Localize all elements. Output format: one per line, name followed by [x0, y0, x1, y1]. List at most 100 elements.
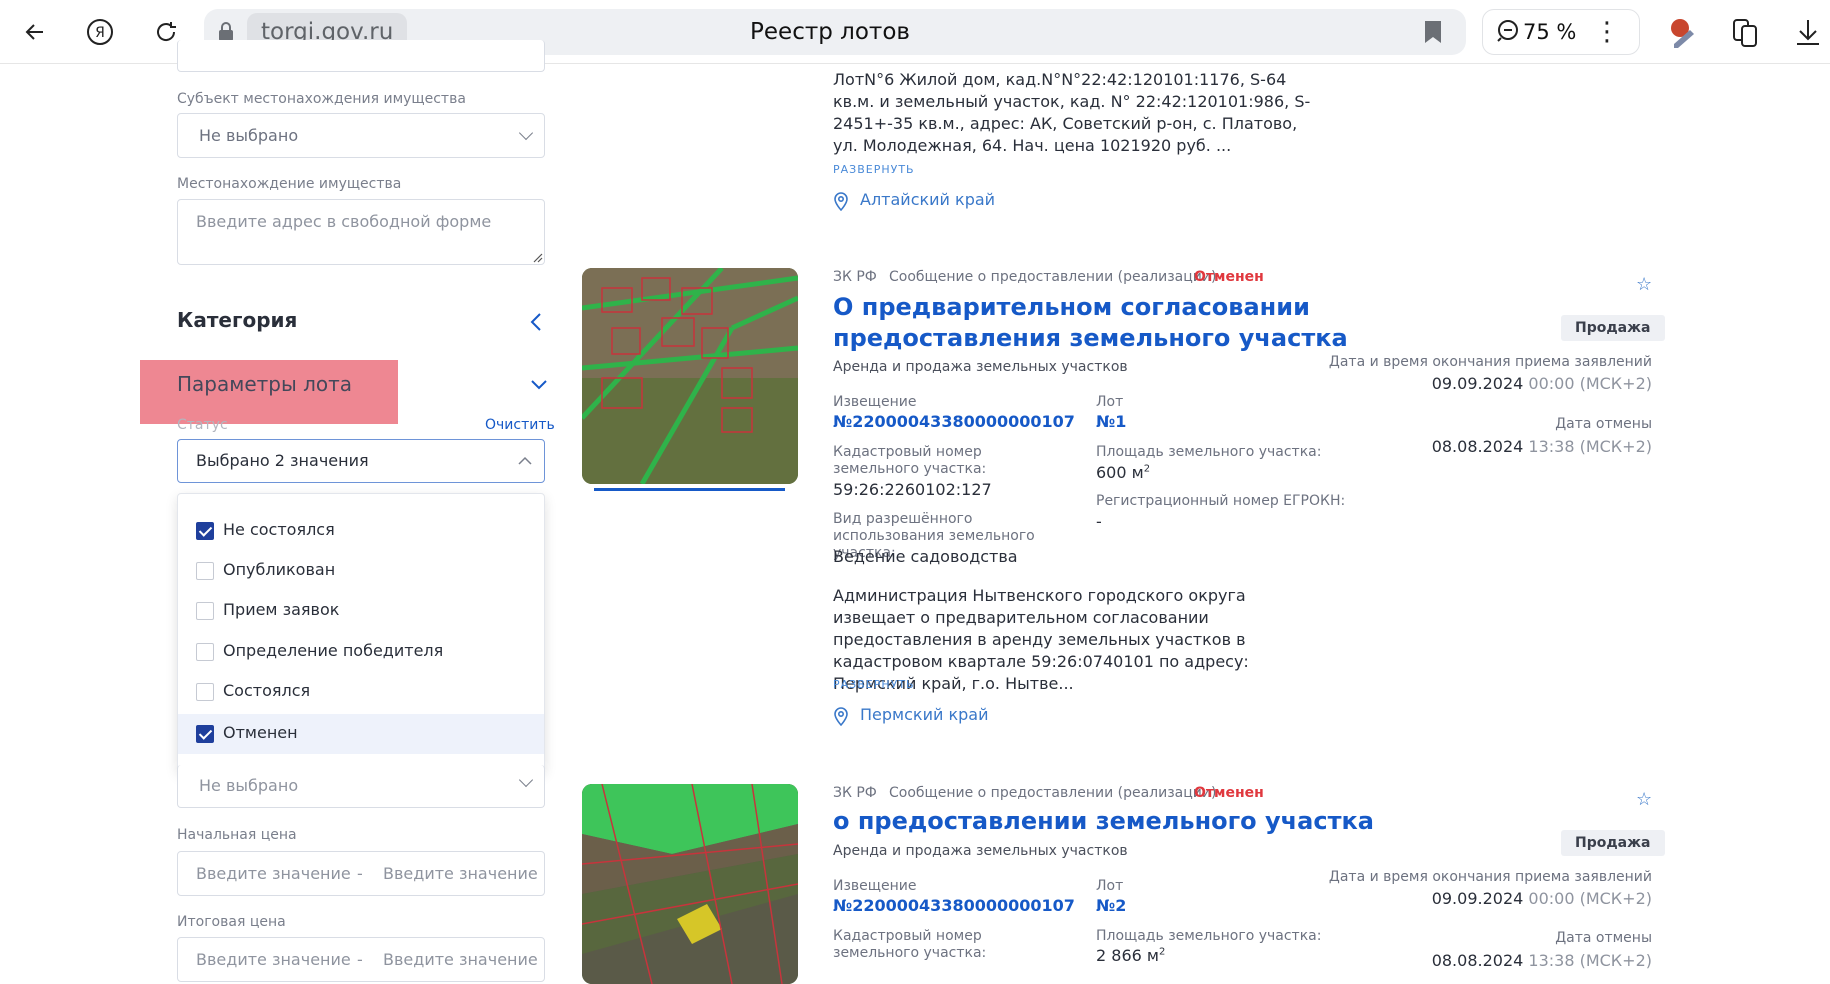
deadline-label: Дата и время окончания приема заявлений: [1328, 869, 1652, 885]
notice-label: Извещение: [833, 394, 917, 410]
procedure-type: Сообщение о предоставлении (реализации): [889, 785, 1217, 801]
chevron-down-icon: [518, 125, 534, 141]
checkbox[interactable]: [196, 643, 214, 661]
status-badge: Отменен: [1194, 785, 1264, 801]
start-price-label: Начальная цена: [177, 827, 297, 843]
subject-value: Не выбрано: [199, 126, 299, 145]
status-option[interactable]: Состоялся: [178, 672, 544, 712]
region-link[interactable]: Пермский край: [860, 705, 988, 724]
status-dropdown: Не состоялся Опубликован Прием заявок Оп…: [177, 493, 545, 772]
gallery-indicator: [594, 488, 785, 491]
lot-title[interactable]: о предоставлении земельного участка: [833, 806, 1393, 837]
cancel-date-label: Дата отмены: [1555, 930, 1652, 946]
status-option[interactable]: Определение победителя: [178, 632, 544, 672]
favorite-star-icon[interactable]: ☆: [1636, 274, 1652, 295]
law-tag: ЗК РФ: [833, 269, 877, 285]
area-label: Площадь земельного участка:: [1096, 928, 1322, 944]
chevron-down-icon: [518, 772, 534, 788]
menu-dots-icon[interactable]: ⋮: [1594, 16, 1620, 48]
usage-value: Ведение садоводства: [833, 547, 1018, 566]
lot-number[interactable]: №2: [1096, 896, 1126, 915]
status-label: Статус: [177, 417, 228, 433]
law-tag: ЗК РФ: [833, 785, 877, 801]
checkbox[interactable]: [196, 683, 214, 701]
lot-map-thumbnail[interactable]: [582, 268, 798, 484]
notice-number[interactable]: №22000043380000000107: [833, 896, 1075, 915]
lot-map-thumbnail[interactable]: [582, 784, 798, 984]
extension-icon[interactable]: [1664, 14, 1700, 50]
location-textarea[interactable]: Введите адрес в свободной форме: [177, 199, 545, 265]
start-price-from[interactable]: Введите значение: [196, 864, 351, 883]
final-price-to[interactable]: Введите значение: [383, 950, 538, 969]
status-option[interactable]: Опубликован: [178, 551, 544, 591]
lot-params-heading[interactable]: Параметры лота: [177, 372, 352, 396]
status-option-label: Определение победителя: [223, 641, 444, 660]
zoom-level: 75 %: [1523, 20, 1577, 44]
clear-link[interactable]: Очистить: [485, 417, 555, 433]
checkbox[interactable]: [196, 562, 214, 580]
deadline-value: 09.09.2024 00:00 (МСК+2): [1431, 889, 1652, 908]
expand-link[interactable]: РАЗВЕРНУТЬ: [833, 163, 915, 176]
chevron-down-icon[interactable]: [530, 379, 548, 391]
checkbox[interactable]: [196, 602, 214, 620]
range-dash: -: [357, 950, 363, 969]
lot-subtitle: Аренда и продажа земельных участков: [833, 843, 1128, 859]
lot-number[interactable]: №1: [1096, 412, 1126, 431]
status-option-label: Не состоялся: [223, 520, 335, 539]
checkbox-checked[interactable]: [196, 725, 214, 743]
status-option[interactable]: Прием заявок: [178, 591, 544, 631]
deadline-label: Дата и время окончания приема заявлений: [1328, 354, 1652, 370]
egrokn-value: -: [1096, 512, 1102, 531]
expand-link[interactable]: РАЗВЕРНУТЬ: [833, 678, 915, 691]
tabs-icon[interactable]: [1728, 14, 1764, 50]
zoom-out-icon[interactable]: [1496, 19, 1520, 43]
status-badge: Отменен: [1194, 269, 1264, 285]
yandex-icon[interactable]: Я: [82, 14, 118, 50]
status-option[interactable]: Отменен: [178, 714, 544, 754]
status-option-label: Состоялся: [223, 681, 311, 700]
sale-badge: Продажа: [1561, 315, 1665, 341]
notice-number[interactable]: №22000043380000000107: [833, 412, 1075, 431]
lot-label: Лот: [1096, 878, 1124, 894]
egrokn-label: Регистрационный номер ЕГРОКН:: [1096, 493, 1346, 509]
cadastral-label: Кадастровый номер земельного участка:: [833, 444, 987, 477]
cadastral-value: 59:26:2260102:127: [833, 480, 992, 499]
status-option-label: Опубликован: [223, 560, 336, 579]
category-heading[interactable]: Категория: [177, 308, 297, 332]
cancel-date-label: Дата отмены: [1555, 416, 1652, 432]
lot-title[interactable]: О предварительном согласовании предостав…: [833, 292, 1353, 354]
back-icon[interactable]: [17, 14, 53, 50]
lot-description: ЛотN°6 Жилой дом, кад.N°N°22:42:120101:1…: [833, 70, 1311, 155]
status-value: Выбрано 2 значения: [196, 451, 369, 470]
area-value: 600 м2: [1096, 463, 1151, 482]
status-option[interactable]: Не состоялся: [178, 511, 544, 551]
download-icon[interactable]: [1790, 14, 1826, 50]
location-label: Местонахождение имущества: [177, 176, 402, 192]
status-select[interactable]: Выбрано 2 значения: [177, 439, 545, 483]
start-price-range[interactable]: Введите значение - Введите значение: [177, 851, 545, 896]
final-price-range[interactable]: Введите значение - Введите значение: [177, 937, 545, 982]
start-price-to[interactable]: Введите значение: [383, 864, 538, 883]
location-pin-icon: [834, 707, 848, 726]
page-title: Реестр лотов: [750, 19, 910, 45]
final-price-from[interactable]: Введите значение: [196, 950, 351, 969]
location-placeholder: Введите адрес в свободной форме: [196, 212, 492, 231]
notice-label: Извещение: [833, 878, 917, 894]
chevron-up-icon: [518, 456, 532, 465]
region-link[interactable]: Алтайский край: [860, 190, 995, 209]
bookmark-icon[interactable]: [1424, 20, 1442, 44]
lot-label: Лот: [1096, 394, 1124, 410]
truncated-field[interactable]: [177, 40, 545, 72]
chevron-left-icon[interactable]: [530, 312, 542, 332]
range-dash: -: [357, 864, 363, 883]
cancel-date-value: 08.08.2024 13:38 (МСК+2): [1431, 951, 1652, 970]
subject-select[interactable]: Не выбрано: [177, 113, 545, 158]
svg-text:Я: Я: [95, 25, 105, 41]
checkbox-checked[interactable]: [196, 522, 214, 540]
favorite-star-icon[interactable]: ☆: [1636, 789, 1652, 810]
hidden-select[interactable]: Не выбрано: [177, 765, 545, 808]
status-option-label: Отменен: [223, 723, 298, 742]
sale-badge: Продажа: [1561, 830, 1665, 856]
final-price-label: Итоговая цена: [177, 914, 286, 930]
resize-handle-icon[interactable]: [531, 251, 543, 263]
